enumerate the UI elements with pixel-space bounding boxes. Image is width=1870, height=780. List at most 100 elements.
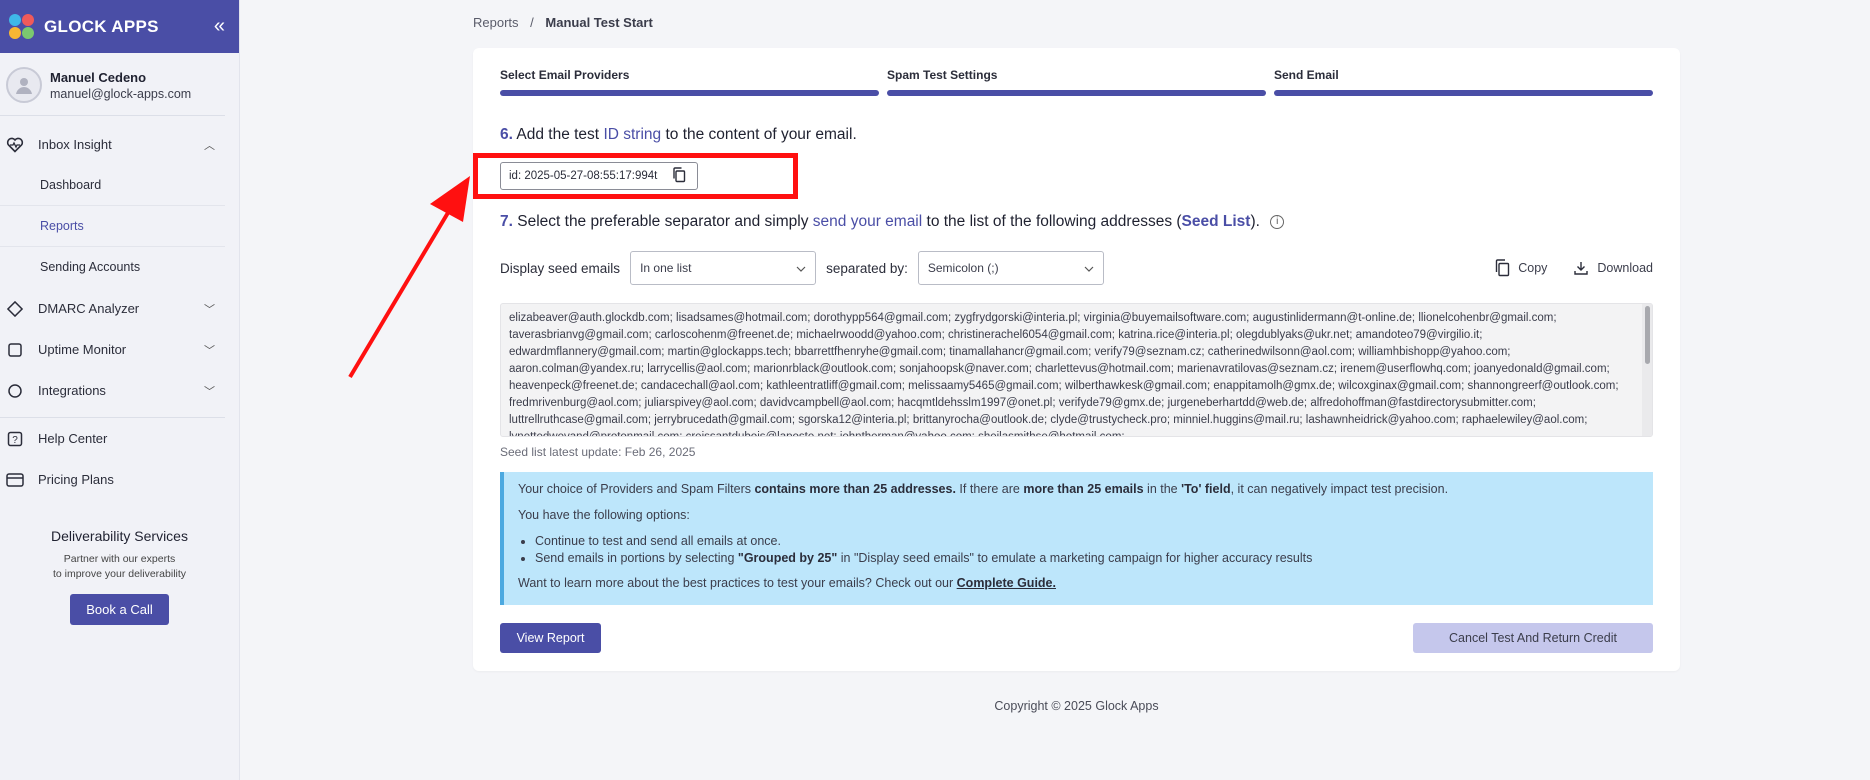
brand-name: GLOCK APPS bbox=[44, 16, 159, 36]
profile-email: manuel@glock-apps.com bbox=[50, 86, 192, 101]
cancel-test-button[interactable]: Cancel Test And Return Credit bbox=[1413, 623, 1653, 653]
copy-icon[interactable] bbox=[672, 166, 686, 186]
alert-text: Want to learn more about the best practi… bbox=[518, 576, 954, 590]
separator-value: Semicolon (;) bbox=[927, 261, 999, 275]
view-report-button[interactable]: View Report bbox=[500, 623, 601, 653]
step7-text: Select the preferable separator and simp… bbox=[517, 213, 809, 230]
chevron-down-icon: ﹀ bbox=[204, 385, 215, 398]
alert-bold: "Grouped by 25" bbox=[737, 551, 838, 565]
double-chevron-left-icon[interactable]: « bbox=[214, 15, 225, 38]
download-icon bbox=[1574, 262, 1589, 275]
nav-integrations-label: Integrations bbox=[38, 383, 106, 398]
svg-text:?: ? bbox=[12, 435, 18, 446]
alert-text: Send emails in portions by selecting bbox=[535, 551, 735, 565]
nav-integrations[interactable]: Integrations ﹀ bbox=[0, 370, 239, 411]
alert-bold: 'To' field bbox=[1181, 482, 1231, 496]
alert-line3: Want to learn more about the best practi… bbox=[518, 575, 1639, 592]
step-send-email: Send Email bbox=[1274, 68, 1653, 96]
step6-accent: ID string bbox=[603, 126, 662, 143]
display-seed-select[interactable]: In one list bbox=[630, 251, 817, 285]
heart-pulse-icon bbox=[6, 136, 24, 154]
breadcrumb-reports[interactable]: Reports bbox=[473, 15, 519, 30]
seed-list-update: Seed list latest update: Feb 26, 2025 bbox=[500, 445, 696, 459]
nav-dashboard[interactable]: Dashboard bbox=[0, 165, 225, 206]
nav-inbox-insight-label: Inbox Insight bbox=[38, 137, 112, 152]
profile-name: Manuel Cedeno bbox=[50, 69, 147, 85]
seed-list-link[interactable]: Seed List bbox=[1182, 213, 1251, 230]
display-seed-value: In one list bbox=[640, 261, 692, 275]
chevron-down-icon bbox=[1084, 261, 1094, 275]
deliverability-line1: Partner with our experts bbox=[63, 553, 176, 565]
alert-bold: more than 25 emails bbox=[1023, 482, 1144, 496]
sidebar: GLOCK APPS « Manuel Cedeno manuel@glock-… bbox=[0, 0, 240, 780]
separated-by-label: separated by: bbox=[826, 260, 908, 276]
step7-number: 7. bbox=[500, 213, 513, 230]
alert-line2: You have the following options: bbox=[518, 508, 690, 522]
seed-list-textarea[interactable]: elizabeaver@auth.glockdb.com; lisadsames… bbox=[500, 303, 1653, 437]
separator-select[interactable]: Semicolon (;) bbox=[917, 251, 1104, 285]
display-seed-label: Display seed emails bbox=[500, 260, 621, 276]
step6-heading: 6. Add the test ID string to the content… bbox=[500, 126, 857, 144]
help-icon: ? bbox=[6, 430, 24, 448]
book-a-call-button[interactable]: Book a Call bbox=[70, 594, 169, 625]
nav-help-center[interactable]: ? Help Center bbox=[0, 418, 239, 459]
nav-sending-accounts[interactable]: Sending Accounts bbox=[0, 247, 225, 288]
avatar bbox=[6, 67, 42, 103]
deliverability-promo: Deliverability Services Partner with our… bbox=[0, 528, 239, 625]
alert-text: in the bbox=[1147, 482, 1178, 496]
user-profile[interactable]: Manuel Cedeno manuel@glock-apps.com bbox=[0, 53, 225, 116]
brand-header: GLOCK APPS « bbox=[0, 0, 239, 53]
step-select-providers: Select Email Providers bbox=[500, 68, 879, 96]
nav-uptime-monitor[interactable]: Uptime Monitor ﹀ bbox=[0, 329, 239, 370]
deliverability-subtitle: Partner with our experts to improve your… bbox=[8, 552, 231, 582]
scrollbar-thumb[interactable] bbox=[1645, 306, 1650, 364]
alert-bold: contains more than 25 addresses. bbox=[754, 482, 956, 496]
chevron-down-icon: ﹀ bbox=[204, 344, 215, 357]
step6-text: Add the test bbox=[516, 126, 600, 143]
step-label: Spam Test Settings bbox=[887, 68, 998, 82]
nav-pricing-label: Pricing Plans bbox=[38, 472, 114, 487]
circle-icon bbox=[6, 382, 24, 400]
nav-pricing-plans[interactable]: Pricing Plans bbox=[0, 459, 239, 500]
step-spam-settings: Spam Test Settings bbox=[887, 68, 1266, 96]
step-label: Select Email Providers bbox=[500, 68, 630, 82]
square-icon bbox=[6, 341, 24, 359]
download-label: Download bbox=[1597, 261, 1653, 275]
credit-card-icon bbox=[6, 471, 24, 489]
alert-options: Continue to test and send all emails at … bbox=[535, 533, 1639, 567]
glock-apps-logo-icon bbox=[8, 13, 36, 41]
nav-dmarc-label: DMARC Analyzer bbox=[38, 301, 140, 316]
nav-help-label: Help Center bbox=[38, 431, 108, 446]
info-alert: Your choice of Providers and Spam Filter… bbox=[500, 472, 1653, 605]
nav-inbox-insight[interactable]: Inbox Insight ︿ bbox=[0, 124, 239, 165]
breadcrumb-separator: / bbox=[530, 15, 534, 30]
copy-icon bbox=[1496, 259, 1510, 277]
download-button[interactable]: Download bbox=[1573, 260, 1653, 276]
step7-text-end: ). bbox=[1250, 213, 1260, 230]
step-label: Send Email bbox=[1274, 68, 1339, 82]
alert-text: If there are bbox=[959, 482, 1020, 496]
step7-heading: 7. Select the preferable separator and s… bbox=[500, 213, 1285, 231]
step6-number: 6. bbox=[500, 126, 513, 143]
copy-label: Copy bbox=[1518, 261, 1548, 275]
main-card: Select Email Providers Spam Test Setting… bbox=[473, 48, 1680, 671]
id-string-value: id: 2025-05-27-08:55:17:994t bbox=[509, 170, 658, 182]
complete-guide-link[interactable]: Complete Guide. bbox=[957, 576, 1056, 590]
annotation-arrow-icon bbox=[348, 176, 470, 379]
seed-list-text: elizabeaver@auth.glockdb.com; lisadsames… bbox=[509, 312, 1619, 437]
alert-option: Continue to test and send all emails at … bbox=[535, 533, 1639, 550]
step-progress-bar bbox=[1274, 90, 1653, 96]
info-icon[interactable]: i bbox=[1270, 214, 1285, 229]
breadcrumb: Reports / Manual Test Start bbox=[473, 15, 653, 30]
footer-copyright: Copyright © 2025 Glock Apps bbox=[994, 699, 1159, 713]
step-progress-bar bbox=[887, 90, 1266, 96]
scrollbar[interactable] bbox=[1642, 304, 1652, 436]
step6-text-end: to the content of your email. bbox=[665, 126, 857, 143]
id-string-field[interactable]: id: 2025-05-27-08:55:17:994t bbox=[500, 162, 698, 190]
copy-button[interactable]: Copy bbox=[1494, 259, 1547, 277]
nav-reports[interactable]: Reports bbox=[0, 206, 225, 247]
chevron-down-icon: ﹀ bbox=[204, 303, 215, 316]
nav-dmarc-analyzer[interactable]: DMARC Analyzer ﹀ bbox=[0, 288, 239, 329]
nav-uptime-label: Uptime Monitor bbox=[38, 342, 127, 357]
step7-accent: send your email bbox=[812, 213, 923, 230]
